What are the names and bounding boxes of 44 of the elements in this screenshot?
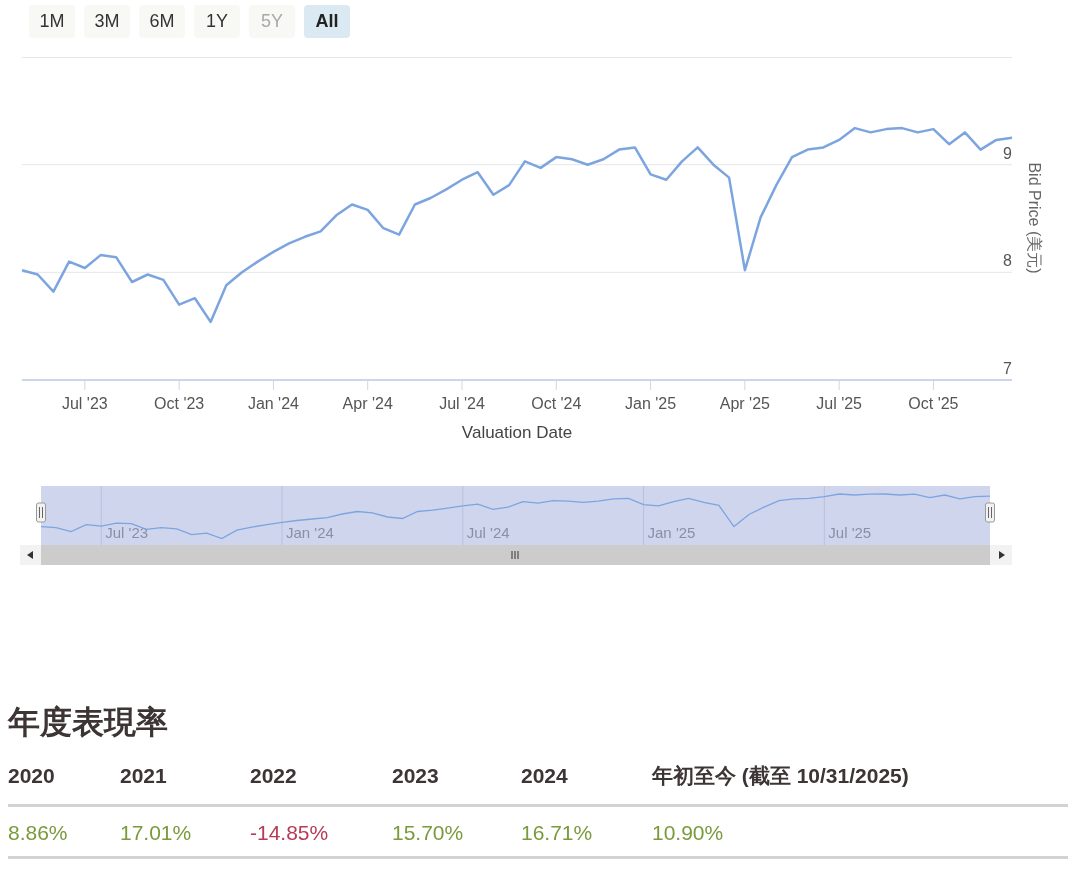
x-tick-label: Apr '24 <box>342 395 393 412</box>
navigator-tick-label: Jul '23 <box>105 524 149 541</box>
range-button[interactable]: All <box>304 5 350 38</box>
x-tick-label: Oct '23 <box>154 395 205 412</box>
y-tick-label: 9 <box>1003 144 1012 162</box>
navigator-tick-label: Jul '25 <box>828 524 872 541</box>
x-tick-label: Jul '25 <box>816 395 862 412</box>
range-button[interactable]: 1M <box>29 5 75 38</box>
x-tick-label: Jan '25 <box>625 395 677 412</box>
section-title: 年度表現率 <box>8 703 169 742</box>
return-value: 8.86% <box>8 820 68 844</box>
navigator-handle[interactable] <box>36 502 46 523</box>
x-tick-label: Jan '24 <box>247 395 299 412</box>
column-header: 2023 <box>392 764 439 787</box>
x-axis-title: Valuation Date <box>461 423 573 442</box>
y-tick-label: 7 <box>1003 360 1012 377</box>
return-value: 17.01% <box>120 820 192 844</box>
return-value: -14.85% <box>250 820 329 844</box>
scroll-left-button[interactable] <box>20 545 41 565</box>
scroll-right-button[interactable] <box>990 545 1012 565</box>
range-button[interactable]: 1Y <box>194 5 240 38</box>
x-tick-label: Jul '24 <box>439 395 485 412</box>
x-tick-label: Apr '25 <box>719 395 770 412</box>
column-header: 2024 <box>521 764 568 787</box>
y-tick-label: 8 <box>1003 252 1012 270</box>
x-tick-label: Jul '23 <box>62 395 108 412</box>
navigator-tick-label: Jul '24 <box>466 524 510 541</box>
x-tick-label: Oct '24 <box>531 395 582 412</box>
navigator-handle[interactable] <box>985 502 995 523</box>
return-value: 10.90% <box>652 820 724 844</box>
range-button[interactable]: 3M <box>84 5 130 38</box>
navigator-tick-label: Jan '25 <box>647 524 696 541</box>
range-button[interactable]: 6M <box>139 5 185 38</box>
scrollbar-thumb[interactable] <box>41 545 990 565</box>
column-header: 年初至今 (截至 10/31/2025) <box>652 764 909 787</box>
column-header: 2022 <box>250 764 297 787</box>
y-axis-title: Bid Price (美元) <box>1026 162 1043 274</box>
navigator-tick-label: Jan '24 <box>286 524 334 541</box>
return-value: 16.71% <box>521 820 593 844</box>
return-value: 15.70% <box>392 820 464 844</box>
column-header: 2021 <box>120 764 167 787</box>
column-header: 2020 <box>8 764 55 787</box>
x-tick-label: Oct '25 <box>908 395 959 412</box>
grip-icon <box>511 550 519 560</box>
